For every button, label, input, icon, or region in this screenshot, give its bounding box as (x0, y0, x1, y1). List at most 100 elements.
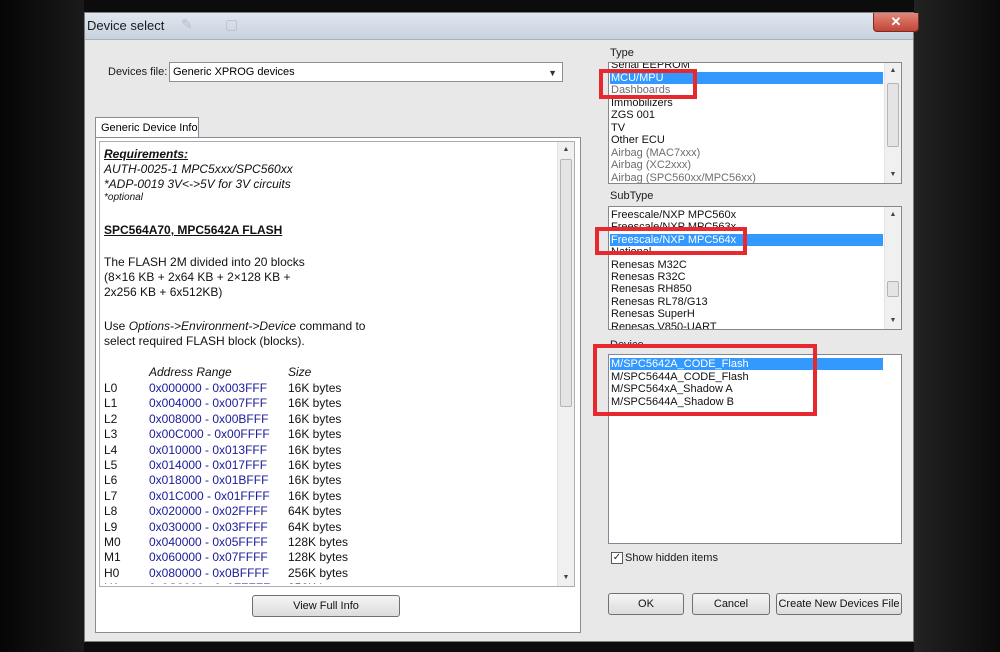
tab-generic-device-info[interactable]: Generic Device Info (95, 117, 199, 138)
type-scrollbar[interactable]: ▲ ▼ (884, 63, 901, 183)
devices-file-dropdown[interactable]: Generic XPROG devices ▼ (169, 62, 563, 82)
block-range: 0x020000 - 0x02FFFF (149, 504, 268, 519)
scroll-up-icon[interactable]: ▲ (885, 63, 901, 79)
close-button[interactable]: ✕ (873, 13, 919, 32)
info-scrollbar[interactable]: ▲ ▼ (557, 142, 574, 586)
block-name: L9 (104, 519, 118, 534)
show-hidden-checkbox[interactable]: ✓ (611, 552, 623, 564)
block-size: 128K bytes (288, 550, 349, 565)
block-range: 0x030000 - 0x03FFFF (149, 519, 268, 534)
window-title: Device select (87, 18, 165, 33)
block-range: 0x008000 - 0x00BFFF (149, 411, 269, 426)
block-size: 16K bytes (288, 488, 342, 503)
block-size: 16K bytes (288, 473, 342, 488)
ok-button[interactable]: OK (608, 593, 684, 615)
scroll-down-icon[interactable]: ▼ (885, 167, 901, 183)
block-name: L4 (104, 442, 118, 457)
block-range: 0x018000 - 0x01BFFF (149, 473, 269, 488)
block-name: L6 (104, 473, 118, 488)
highlight-box-subtype (595, 227, 747, 255)
requirement-2: *ADP-0019 3V<->5V for 3V circuits (104, 177, 291, 191)
scroll-up-icon[interactable]: ▲ (558, 142, 574, 158)
scroll-thumb[interactable] (560, 159, 572, 407)
block-range: 0x00C000 - 0x00FFFF (149, 427, 270, 442)
block-range: 0x014000 - 0x017FFF (149, 458, 268, 472)
block-name: L1 (104, 396, 118, 411)
pencil-icon: ✎ (181, 16, 193, 32)
block-range: 0x080000 - 0x0BFFFF (149, 565, 270, 580)
document-icon: ▢ (225, 16, 239, 32)
type-item[interactable]: Airbag (MAC7xxx) (611, 147, 700, 159)
type-item[interactable]: TV (611, 122, 625, 134)
create-new-devices-file-button[interactable]: Create New Devices File (776, 593, 902, 615)
type-item[interactable]: ZGS 001 (611, 109, 655, 121)
subtype-item[interactable]: Renesas SuperH (611, 308, 695, 320)
block-name: L2 (104, 411, 118, 426)
block-name: H1 (104, 581, 119, 584)
device-info-panel: Requirements: AUTH-0025-1 MPC5xxx/SPC560… (95, 137, 581, 633)
block-name: L0 (104, 381, 118, 395)
block-size: 128K bytes (288, 535, 349, 549)
scroll-up-icon[interactable]: ▲ (885, 207, 901, 223)
subtype-scrollbar[interactable]: ▲ ▼ (884, 207, 901, 329)
block-name: L5 (104, 458, 118, 472)
block-range: 0x01C000 - 0x01FFFF (149, 488, 270, 503)
requirement-1: AUTH-0025-1 MPC5xxx/SPC560xx (104, 162, 293, 176)
block-size: 256K bytes (288, 581, 348, 584)
type-item[interactable]: Airbag (XC2xxx) (611, 159, 691, 171)
chevron-down-icon: ▼ (548, 68, 557, 78)
subtype-item[interactable]: Renesas RH850 (611, 283, 692, 295)
block-size: 16K bytes (288, 442, 342, 457)
scroll-thumb[interactable] (887, 281, 899, 297)
subtype-item[interactable]: Renesas RL78/G13 (611, 296, 708, 308)
tab-label: Generic Device Info (101, 122, 198, 134)
block-name: L3 (104, 427, 118, 442)
block-range: 0x040000 - 0x05FFFF (149, 535, 268, 549)
type-item[interactable]: Airbag (SPC560xx/MPC56xx) (611, 172, 756, 184)
cancel-button[interactable]: Cancel (692, 593, 770, 615)
flash-line-1: The FLASH 2M divided into 20 blocks (104, 255, 305, 269)
view-full-info-button[interactable]: View Full Info (252, 595, 400, 617)
subtype-list[interactable]: Freescale/NXP MPC560x Freescale/NXP MPC56… (608, 206, 902, 330)
subtype-item[interactable]: Renesas R32C (611, 271, 686, 283)
devices-file-value: Generic XPROG devices (173, 66, 295, 78)
highlight-box-device (593, 344, 817, 416)
type-label: Type (610, 47, 634, 59)
col-address: Address Range (149, 365, 232, 379)
flash-line-3: 2x256 KB + 6x512KB) (104, 285, 223, 299)
block-range: 0x060000 - 0x07FFFF (149, 550, 268, 565)
scroll-down-icon[interactable]: ▼ (885, 313, 901, 329)
col-size: Size (288, 365, 312, 379)
block-size: 16K bytes (288, 396, 342, 411)
subtype-item[interactable]: Renesas M32C (611, 259, 687, 271)
optional-note: *optional (104, 192, 143, 203)
check-icon: ✓ (612, 552, 622, 563)
background-left (0, 0, 84, 652)
block-size: 256K bytes (288, 565, 349, 580)
use-path: Options->Environment->Device (128, 319, 297, 333)
background-right (914, 0, 1000, 652)
block-name: L7 (104, 488, 118, 503)
use-prefix: Use (104, 319, 129, 333)
subtype-item[interactable]: Renesas V850-UART (611, 321, 717, 329)
block-size: 64K bytes (288, 519, 342, 534)
block-range: 0x004000 - 0x007FFF (149, 396, 268, 411)
block-name: L8 (104, 504, 118, 519)
block-size: 64K bytes (288, 504, 342, 519)
show-hidden-label: Show hidden items (625, 552, 718, 564)
use-suffix: command to (296, 319, 366, 333)
block-size: 16K bytes (288, 427, 342, 442)
device-info-content: Requirements: AUTH-0025-1 MPC5xxx/SPC560… (102, 144, 560, 584)
requirements-heading: Requirements: (104, 147, 189, 161)
scroll-down-icon[interactable]: ▼ (558, 570, 574, 586)
device-info-text: Requirements: AUTH-0025-1 MPC5xxx/SPC560… (99, 141, 575, 587)
type-item[interactable]: Other ECU (611, 134, 665, 146)
use-line-2: select required FLASH block (blocks). (104, 334, 305, 348)
devices-file-label: Devices file: (108, 66, 168, 78)
flash-line-2: (8×16 KB + 2x64 KB + 2×128 KB + (104, 270, 291, 284)
title-bar: Device select ✎ ▢ ✕ (85, 13, 919, 40)
device-heading: SPC564A70, MPC5642A FLASH (104, 223, 283, 237)
scroll-thumb[interactable] (887, 83, 899, 147)
subtype-item[interactable]: Freescale/NXP MPC560x (611, 209, 736, 221)
device-select-dialog: Device select ✎ ▢ ✕ Devices file: Generi… (84, 12, 919, 642)
